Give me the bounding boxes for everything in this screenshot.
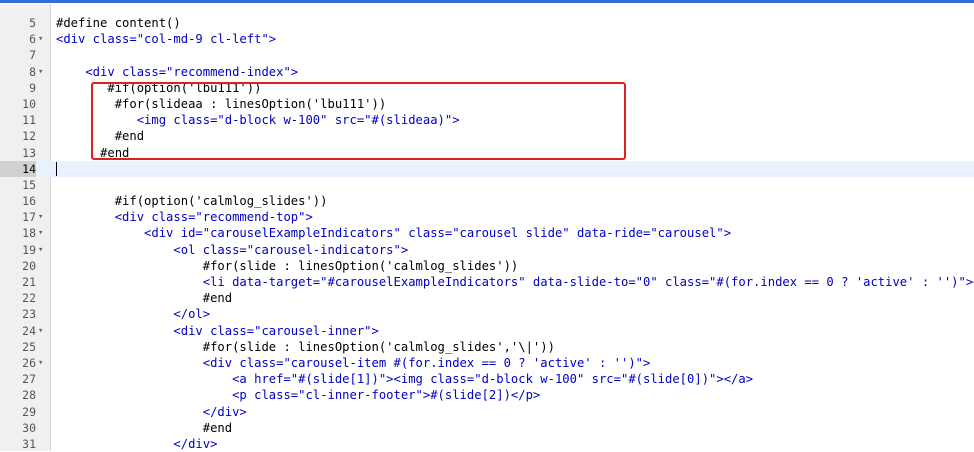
code-line[interactable]: 23 </ol> (0, 306, 974, 322)
line-number: 5 (29, 16, 36, 30)
code-line[interactable]: 29 </div> (0, 404, 974, 420)
code-text: <div class="carousel-inner"> (56, 323, 379, 338)
line-number: 31 (22, 436, 36, 451)
line-number: 26 (22, 355, 36, 370)
text-cursor (56, 161, 57, 176)
code-line[interactable]: 20 #for(slide : linesOption('calmlog_sli… (0, 258, 974, 274)
fold-toggle-icon[interactable]: ▾ (38, 209, 48, 225)
code-line[interactable]: 15 (0, 177, 974, 193)
line-number: 29 (22, 404, 36, 419)
line-number: 30 (22, 420, 36, 435)
code-text: #for(slide : linesOption('calmlog_slides… (56, 258, 519, 273)
code-line[interactable]: 22 #end (0, 290, 974, 306)
code-text: #for(slide : linesOption('calmlog_slides… (56, 339, 555, 354)
code-text: #define content() (56, 16, 181, 30)
code-text: <div class="recommend-index"> (56, 64, 299, 79)
fold-toggle-icon[interactable]: ▾ (38, 323, 48, 339)
fold-toggle-icon[interactable]: ▾ (38, 242, 48, 258)
code-text: </ol> (56, 307, 211, 322)
code-text: #end (56, 291, 233, 306)
code-text: <a href="#(slide[1])"><img class="d-bloc… (56, 372, 754, 387)
code-text: <div id="carouselExampleIndicators" clas… (56, 226, 732, 241)
window-top-bar (0, 0, 974, 4)
line-number: 23 (22, 307, 36, 322)
line-number: 10 (22, 96, 36, 111)
code-text: <div class="carousel-item #(for.index ==… (56, 355, 651, 370)
code-line[interactable]: 14 (0, 160, 974, 177)
line-number: 18 (22, 226, 36, 241)
line-number: 8 (29, 64, 36, 79)
code-line[interactable]: 28 <p class="cl-inner-footer">#(slide[2]… (0, 387, 974, 403)
line-number: 20 (22, 258, 36, 273)
line-number: 19 (22, 242, 36, 257)
code-text: <div class="col-md-9 cl-left"> (56, 32, 277, 47)
line-number: 24 (22, 323, 36, 338)
code-line[interactable]: 18 ▾ <div id="carouselExampleIndicators" … (0, 225, 974, 241)
line-number: 12 (22, 129, 36, 144)
code-line[interactable]: 8 ▾ <div class="recommend-index"> (0, 64, 974, 80)
code-line[interactable]: 30 #end (0, 420, 974, 436)
line-number: 16 (22, 194, 36, 209)
code-line[interactable]: 26 ▾ <div class="carousel-item #(for.inde… (0, 355, 974, 371)
line-number: 28 (22, 388, 36, 403)
fold-toggle-icon[interactable]: ▾ (38, 355, 48, 371)
code-line[interactable]: 7 (0, 47, 974, 63)
line-number: 15 (22, 177, 36, 192)
code-line[interactable]: 24 ▾ <div class="carousel-inner"> (0, 323, 974, 339)
code-line[interactable]: 27 <a href="#(slide[1])"><img class="d-b… (0, 371, 974, 387)
code-line[interactable]: 5 #define content() (0, 15, 974, 31)
code-line[interactable]: 6 ▾ <div class="col-md-9 cl-left"> (0, 31, 974, 47)
code-line[interactable]: 25 #for(slide : linesOption('calmlog_sli… (0, 339, 974, 355)
code-editor[interactable]: 5 #define content() 6 ▾ <div class="col-md-9… (0, 15, 974, 452)
code-line[interactable]: 16 #if(option('calmlog_slides')) (0, 193, 974, 209)
code-line[interactable]: 19 ▾ <ol class="carousel-indicators"> (0, 242, 974, 258)
line-number: 17 (22, 210, 36, 225)
line-number: 14 (0, 160, 36, 177)
code-text: #if(option('calmlog_slides')) (56, 194, 328, 209)
fold-toggle-icon[interactable]: ▾ (38, 225, 48, 241)
code-line[interactable]: 31 </div> (0, 436, 974, 452)
line-number: 13 (22, 145, 36, 160)
line-number: 9 (29, 80, 36, 95)
line-number: 6 (29, 32, 36, 47)
code-line[interactable]: 21 <li data-target="#carouselExampleIndi… (0, 274, 974, 290)
code-text: </div> (56, 404, 247, 419)
code-text: <ol class="carousel-indicators"> (56, 242, 409, 257)
line-number: 25 (22, 339, 36, 354)
red-highlight-box (91, 82, 626, 160)
accent-stripe (0, 0, 974, 3)
code-text: </div> (56, 436, 218, 451)
line-number: 22 (22, 291, 36, 306)
code-line[interactable]: 17 ▾ <div class="recommend-top"> (0, 209, 974, 225)
code-text: <div class="recommend-top"> (56, 210, 313, 225)
code-text: <li data-target="#carouselExampleIndicat… (56, 275, 974, 289)
code-text: <p class="cl-inner-footer">#(slide[2])</… (56, 388, 541, 403)
line-number: 21 (22, 275, 36, 289)
code-text: #end (56, 420, 233, 435)
fold-toggle-icon[interactable]: ▾ (38, 31, 48, 47)
line-number: 27 (22, 372, 36, 387)
line-number: 7 (29, 48, 36, 63)
fold-toggle-icon[interactable]: ▾ (38, 64, 48, 80)
line-number: 11 (22, 113, 36, 128)
